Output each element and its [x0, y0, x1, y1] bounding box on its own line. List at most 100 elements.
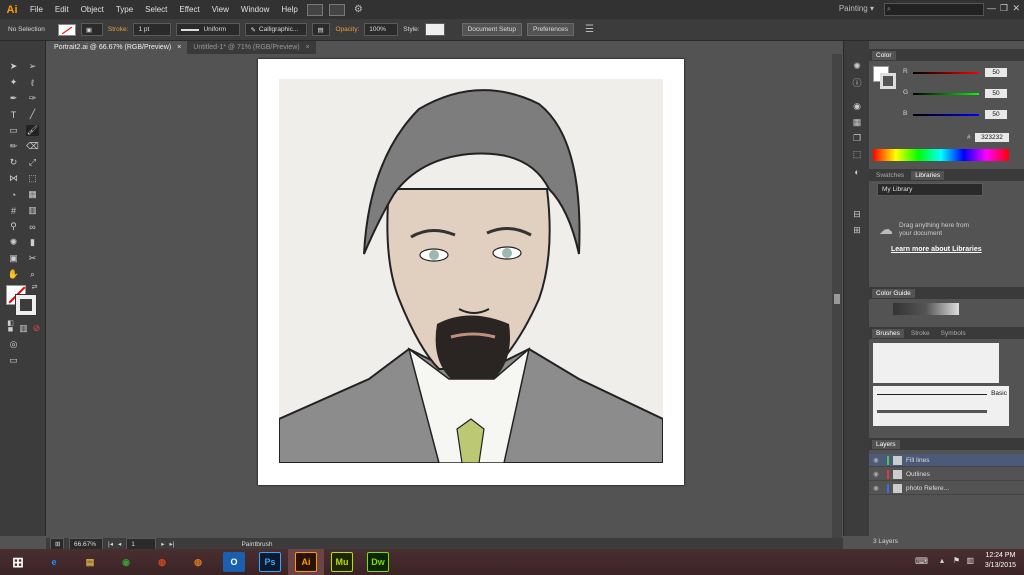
brush-library-icon[interactable]: ▤ — [312, 23, 331, 36]
none-mode-icon[interactable]: ⊘ — [30, 323, 43, 334]
gpu-performance-icon[interactable]: ⚙ — [354, 4, 363, 15]
info-icon[interactable]: ⓘ — [851, 77, 863, 88]
stroke-weight-field[interactable]: 1 pt — [133, 23, 172, 36]
bridge-icon[interactable] — [306, 3, 323, 16]
tab-color[interactable]: Color — [872, 50, 896, 60]
drawing-mode-icon[interactable]: ◎ — [7, 339, 20, 350]
b-field[interactable]: 50 — [985, 110, 1007, 119]
taskbar-app-photoshop[interactable]: Ps — [252, 549, 288, 575]
shape-builder-tool-icon[interactable]: ◔ — [7, 189, 20, 200]
layer-row[interactable]: ◉ Fill lines — [869, 454, 1024, 467]
color-stroke-swatch[interactable] — [880, 73, 896, 89]
gradient-tool-icon[interactable]: ▥ — [26, 205, 39, 216]
search-input[interactable]: ⌕ — [884, 3, 984, 16]
rotate-tool-icon[interactable]: ↻ — [7, 157, 20, 168]
keyboard-icon[interactable]: ⌨ — [915, 556, 928, 567]
visibility-eye-icon[interactable]: ◉ — [869, 470, 883, 478]
tab-stroke[interactable]: Stroke — [907, 329, 934, 338]
hex-field[interactable]: 323232 — [975, 133, 1009, 142]
color-mode-icon[interactable]: ■ — [4, 323, 17, 334]
line-tool-icon[interactable]: ╱ — [26, 109, 39, 120]
taskbar-app-explorer[interactable]: ▤ — [72, 549, 108, 575]
brush-grid[interactable] — [873, 343, 999, 383]
align-icon[interactable]: ⊟ — [851, 209, 863, 219]
tab-libraries[interactable]: Libraries — [911, 170, 945, 180]
zoom-tool-icon[interactable]: ⌕ — [26, 269, 39, 280]
color-guide-swatches[interactable] — [893, 303, 959, 315]
library-dropdown[interactable]: My Library — [877, 183, 983, 196]
menu-edit[interactable]: Edit — [49, 5, 75, 14]
sun-icon[interactable]: ✺ — [851, 61, 863, 71]
menu-type[interactable]: Type — [110, 5, 139, 14]
stroke-label[interactable]: Stroke: — [108, 26, 129, 33]
perspective-grid-tool-icon[interactable]: ▦ — [26, 189, 39, 200]
tab-layers[interactable]: Layers — [872, 439, 900, 449]
b-slider[interactable] — [913, 114, 979, 116]
eyedropper-tool-icon[interactable]: ⚲ — [7, 221, 20, 232]
mesh-tool-icon[interactable]: # — [7, 205, 20, 216]
visibility-eye-icon[interactable]: ◉ — [869, 456, 883, 464]
curvature-tool-icon[interactable]: ✑ — [26, 93, 39, 104]
appearance-icon[interactable]: ◉ — [851, 101, 863, 111]
tab-brushes[interactable]: Brushes — [872, 328, 904, 338]
menu-file[interactable]: File — [24, 5, 49, 14]
taskbar-app-firefox-dev[interactable]: ◍ — [144, 549, 180, 575]
symbol-sprayer-tool-icon[interactable]: ✺ — [7, 237, 20, 248]
taskbar-app-firefox[interactable]: ◍ — [180, 549, 216, 575]
stroke-color-dropdown[interactable]: ▣ — [80, 23, 103, 36]
menu-view[interactable]: View — [206, 5, 235, 14]
brush-list[interactable]: Basic — [873, 386, 1009, 426]
transform-icon[interactable]: ⊞ — [851, 225, 863, 235]
taskbar-app-illustrator[interactable]: Ai — [288, 549, 324, 575]
graphic-styles-icon[interactable]: ▦ — [851, 117, 863, 127]
opacity-field[interactable]: 100% — [364, 23, 399, 36]
hand-tool-icon[interactable]: ✋ — [7, 269, 20, 280]
visibility-eye-icon[interactable]: ◉ — [869, 484, 883, 492]
vertical-scrollbar[interactable] — [832, 54, 842, 538]
first-artboard-icon[interactable]: |◂ — [108, 540, 113, 548]
next-artboard-icon[interactable]: ▸ — [161, 540, 164, 548]
tab-portrait2[interactable]: Portrait2.ai @ 66.67% (RGB/Preview) × — [48, 41, 188, 54]
windows-start-icon[interactable]: ⊞ — [0, 549, 36, 575]
tray-chevron-icon[interactable]: ▴ — [940, 556, 944, 565]
close-tab-icon[interactable]: × — [306, 44, 310, 51]
transparency-icon[interactable]: ◐ — [851, 167, 863, 177]
menu-window[interactable]: Window — [235, 5, 275, 14]
r-field[interactable]: 50 — [985, 68, 1007, 77]
close-icon[interactable]: ✕ — [1012, 3, 1020, 14]
color-spectrum[interactable] — [873, 149, 1009, 161]
system-clock[interactable]: 12:24 PM 3/13/2015 — [985, 551, 1016, 571]
menu-effect[interactable]: Effect — [173, 5, 205, 14]
tab-swatches[interactable]: Swatches — [872, 171, 908, 180]
width-tool-icon[interactable]: ⋈ — [7, 173, 20, 184]
minimize-icon[interactable]: — — [987, 3, 996, 13]
artboards-icon[interactable]: ❐ — [851, 133, 863, 143]
blend-tool-icon[interactable]: ∞ — [26, 221, 39, 232]
slice-tool-icon[interactable]: ✂ — [26, 253, 39, 264]
opacity-label[interactable]: Opacity: — [335, 26, 359, 33]
portrait-artwork[interactable] — [279, 79, 663, 463]
scrollbar-thumb[interactable] — [834, 294, 840, 304]
swap-colors-icon[interactable]: ⇄ — [28, 281, 41, 292]
taskbar-app-chrome[interactable]: ◉ — [108, 549, 144, 575]
pen-tool-icon[interactable]: ✒ — [7, 93, 20, 104]
artboard-tool-icon[interactable]: ▣ — [7, 253, 20, 264]
r-slider[interactable] — [913, 72, 979, 74]
document-setup-button[interactable]: Document Setup — [461, 23, 522, 36]
layer-row[interactable]: ◉ Outlines — [869, 468, 1024, 481]
export-icon[interactable]: ⬚ — [851, 149, 863, 159]
graphic-style-dropdown[interactable] — [424, 23, 445, 36]
direct-selection-tool-icon[interactable]: ➢ — [26, 61, 39, 72]
brush-definition-dropdown[interactable]: ✎ Calligraphic... — [245, 23, 308, 36]
menu-object[interactable]: Object — [75, 5, 110, 14]
scale-tool-icon[interactable]: ⤢ — [26, 157, 39, 168]
workspace-switcher[interactable]: Painting ▾ — [839, 4, 874, 13]
menu-select[interactable]: Select — [139, 5, 173, 14]
control-menu-icon[interactable]: ☰ — [585, 24, 594, 35]
maximize-icon[interactable]: ❐ — [1000, 3, 1008, 14]
tab-color-guide[interactable]: Color Guide — [872, 288, 915, 298]
gradient-mode-icon[interactable]: ▥ — [17, 323, 30, 334]
network-icon[interactable]: ▥ — [966, 556, 974, 565]
free-transform-tool-icon[interactable]: ⬚ — [26, 173, 39, 184]
taskbar-app-muse[interactable]: Mu — [324, 549, 360, 575]
